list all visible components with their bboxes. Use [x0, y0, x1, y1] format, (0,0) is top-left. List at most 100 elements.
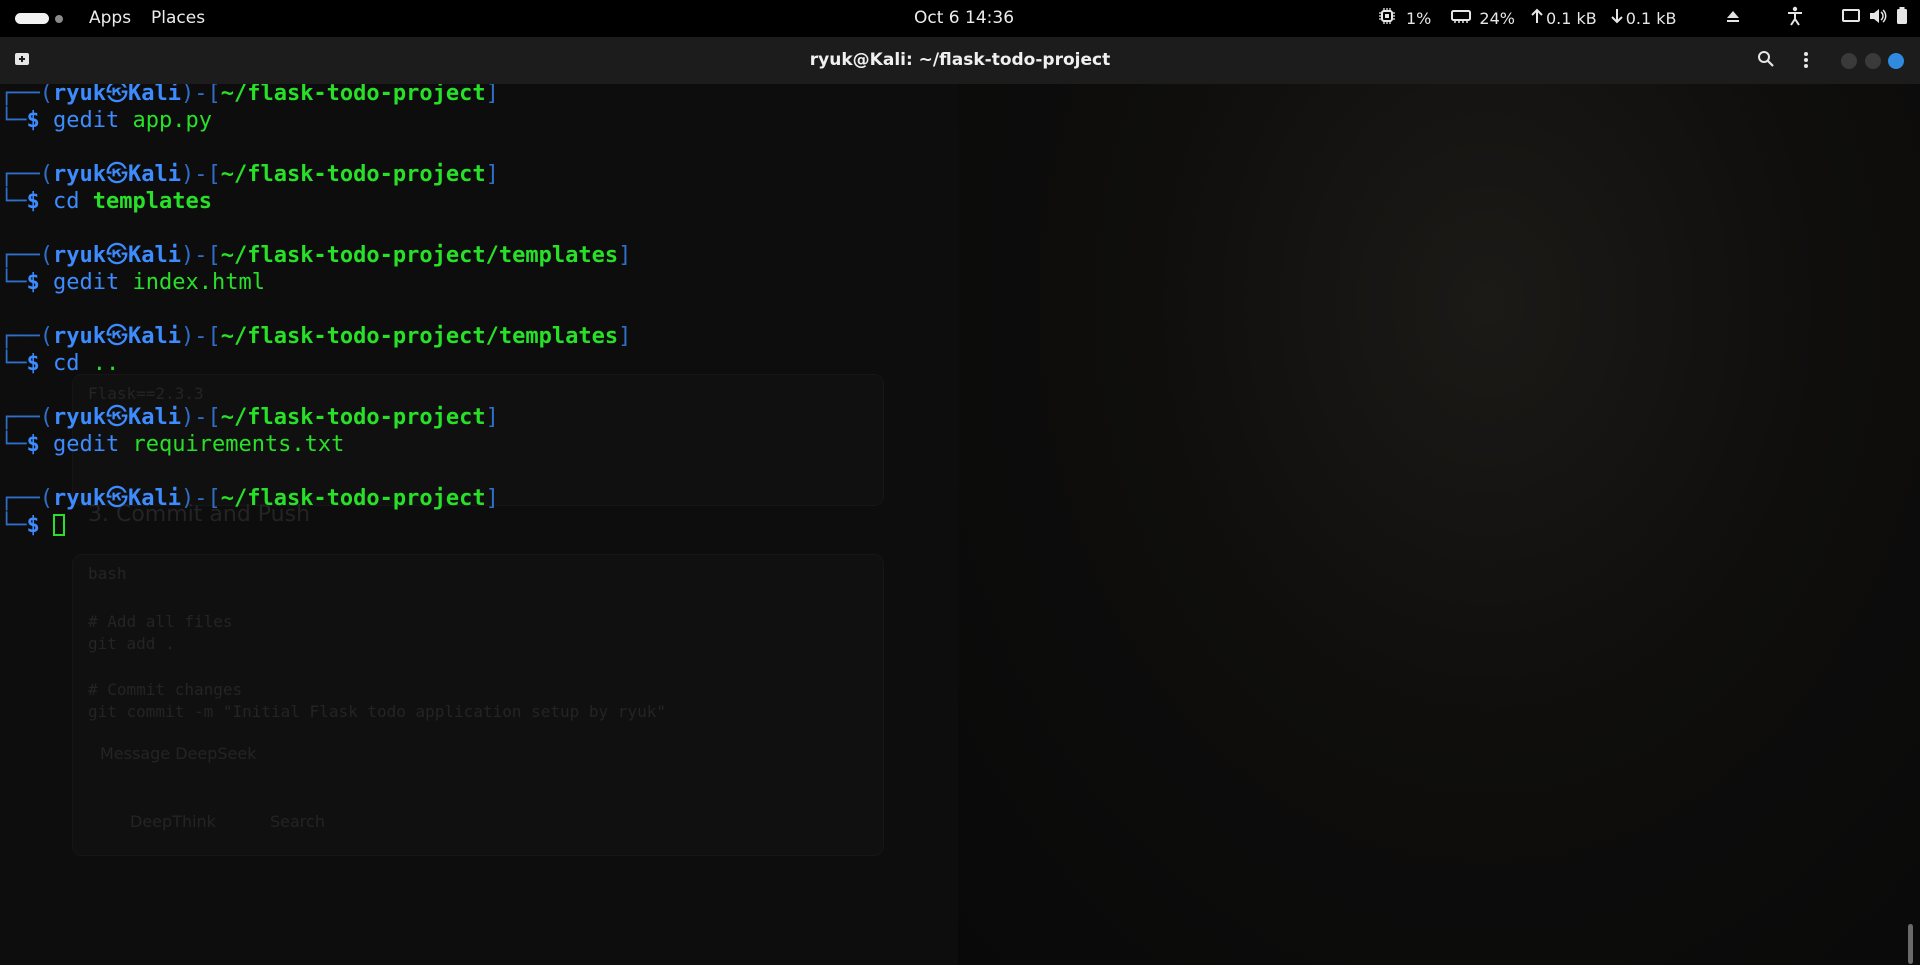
kali-skull-icon: ㉿ [105, 162, 128, 187]
scrollbar-thumb[interactable] [1908, 924, 1913, 964]
prompt-frame: ] [618, 243, 632, 268]
prompt-dollar: $ [26, 108, 53, 133]
prompt-command-line: └─$ gedit app.py [0, 107, 499, 134]
prompt-path: ~/flask-todo-project [220, 486, 486, 511]
ghost-text: Message DeepSeek [100, 744, 257, 763]
command-argument: templates [92, 189, 212, 214]
prompt-host: Kali [127, 405, 181, 430]
ghost-text: git commit -m "Initial Flask todo applic… [88, 702, 666, 721]
command-name: cd [53, 189, 80, 214]
eject-icon[interactable] [1725, 8, 1741, 29]
prompt-frame: ] [485, 162, 499, 187]
kali-skull-icon: ㉿ [105, 243, 128, 268]
prompt-command-line[interactable]: └─$ [0, 512, 499, 539]
prompt-frame: ] [618, 324, 632, 349]
terminal-cursor[interactable] [53, 514, 65, 536]
prompt-user: ryuk [52, 405, 106, 430]
prompt-frame: )-[ [180, 486, 221, 511]
minimize-button[interactable] [1841, 53, 1857, 69]
apps-menu[interactable]: Apps [89, 8, 131, 28]
maximize-button[interactable] [1865, 53, 1881, 69]
prompt-command-line: └─$ cd .. [0, 350, 631, 377]
window-title: ryuk@Kali: ~/flask-todo-project [809, 50, 1111, 70]
prompt-frame: ┌──( [0, 486, 53, 511]
prompt-block: ┌──(ryuk㉿Kali)-[~/flask-todo-project/tem… [0, 323, 631, 377]
prompt-frame: ┌──( [0, 243, 53, 268]
prompt-header-line: ┌──(ryuk㉿Kali)-[~/flask-todo-project] [0, 161, 499, 188]
kali-skull-icon: ㉿ [105, 84, 128, 106]
prompt-dollar: $ [26, 513, 53, 538]
prompt-frame: ] [485, 84, 499, 106]
prompt-user: ryuk [52, 324, 106, 349]
cpu-icon [1378, 7, 1396, 30]
screen-icon[interactable] [1841, 8, 1860, 29]
ghost-text: git add . [88, 634, 175, 653]
prompt-frame: └─ [0, 270, 27, 295]
prompt-path: ~/flask-todo-project [220, 84, 486, 106]
prompt-frame: └─ [0, 108, 27, 133]
workspace-inactive-indicator [55, 14, 63, 23]
volume-icon[interactable] [1869, 8, 1887, 29]
download-rate: 0.1 kB [1625, 9, 1677, 28]
top-panel: Apps Places Oct 6 14:36 1% 24% 0.1 kB 0.… [0, 0, 1920, 37]
prompt-host: Kali [127, 324, 181, 349]
prompt-user: ryuk [52, 486, 106, 511]
upload-rate: 0.1 kB [1545, 9, 1597, 28]
ghost-text: # Add all files [88, 612, 233, 631]
prompt-frame: ┌──( [0, 162, 53, 187]
ghost-text: DeepThink [130, 812, 216, 831]
prompt-block: ┌──(ryuk㉿Kali)-[~/flask-todo-project] └─$… [0, 84, 499, 134]
terminal-body[interactable]: Flask==2.3.3 3. Commit and Push bash # A… [0, 84, 1920, 965]
ghost-text: Search [270, 812, 325, 831]
prompt-host: Kali [127, 243, 181, 268]
prompt-block: ┌──(ryuk㉿Kali)-[~/flask-todo-project] └─$ [0, 485, 499, 539]
prompt-host: Kali [127, 162, 181, 187]
prompt-frame: ] [485, 486, 499, 511]
prompt-dollar: $ [26, 432, 53, 457]
prompt-user: ryuk [52, 162, 106, 187]
search-icon[interactable] [1757, 50, 1775, 72]
prompt-frame: └─ [0, 351, 27, 376]
prompt-frame: )-[ [180, 84, 221, 106]
prompt-frame: ] [485, 405, 499, 430]
prompt-user: ryuk [52, 243, 106, 268]
prompt-header-line: ┌──(ryuk㉿Kali)-[~/flask-todo-project] [0, 84, 499, 107]
memory-usage: 24% [1479, 9, 1515, 28]
prompt-path: ~/flask-todo-project/templates [220, 324, 619, 349]
command-argument: requirements.txt [132, 432, 345, 457]
command-name: gedit [53, 270, 120, 295]
system-tray: 1% 24% 0.1 kB 0.1 kB [1378, 0, 1908, 37]
prompt-dollar: $ [26, 351, 53, 376]
kali-skull-icon: ㉿ [105, 405, 128, 430]
prompt-block: ┌──(ryuk㉿Kali)-[~/flask-todo-project] └─$… [0, 161, 499, 215]
battery-icon[interactable] [1896, 7, 1908, 30]
prompt-header-line: ┌──(ryuk㉿Kali)-[~/flask-todo-project/tem… [0, 323, 631, 350]
accessibility-icon[interactable] [1787, 6, 1803, 31]
kebab-menu-icon[interactable] [1803, 51, 1809, 73]
prompt-frame: )-[ [180, 243, 221, 268]
prompt-frame: )-[ [180, 162, 221, 187]
command-argument: index.html [132, 270, 265, 295]
prompt-header-line: ┌──(ryuk㉿Kali)-[~/flask-todo-project/tem… [0, 242, 631, 269]
command-argument: app.py [132, 108, 212, 133]
ghost-text: bash [88, 564, 127, 583]
prompt-command-line: └─$ gedit index.html [0, 269, 631, 296]
close-button[interactable] [1888, 53, 1904, 69]
command-name: gedit [53, 108, 120, 133]
kali-skull-icon: ㉿ [105, 486, 128, 511]
prompt-frame: )-[ [180, 324, 221, 349]
command-name: gedit [53, 432, 120, 457]
prompt-path: ~/flask-todo-project/templates [220, 243, 619, 268]
prompt-frame: ┌──( [0, 405, 53, 430]
prompt-command-line: └─$ cd templates [0, 188, 499, 215]
prompt-frame: └─ [0, 513, 27, 538]
prompt-path: ~/flask-todo-project [220, 162, 486, 187]
prompt-user: ryuk [52, 84, 106, 106]
workspace-active-indicator [15, 13, 49, 24]
prompt-dollar: $ [26, 189, 53, 214]
activities-indicator[interactable] [15, 13, 63, 24]
clock[interactable]: Oct 6 14:36 [914, 8, 1014, 28]
kali-skull-icon: ㉿ [105, 324, 128, 349]
places-menu[interactable]: Places [151, 8, 205, 28]
terminal-titlebar[interactable]: ryuk@Kali: ~/flask-todo-project [0, 37, 1920, 85]
